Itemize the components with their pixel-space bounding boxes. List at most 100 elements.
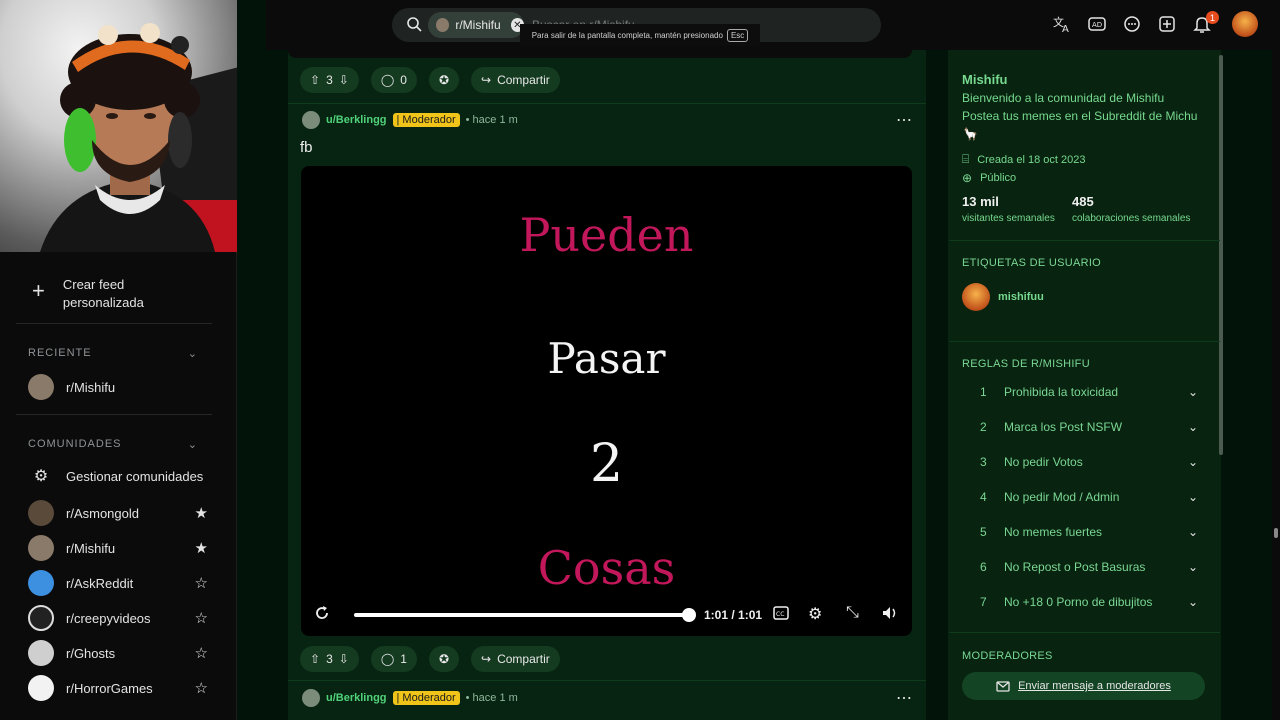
post-author[interactable]: u/Berklingg: [326, 692, 387, 704]
ad-icon[interactable]: AD: [1087, 14, 1109, 36]
post-header: u/Berklingg | Moderador • hace 1 m: [302, 111, 518, 129]
upvote-icon[interactable]: ⇧: [310, 652, 320, 666]
moderators-header: MODERADORES: [962, 650, 1053, 662]
user-flair-header: ETIQUETAS DE USUARIO: [962, 257, 1102, 269]
sidebar-item-askreddit[interactable]: r/AskReddit ☆: [28, 570, 208, 596]
notification-badge: 1: [1206, 11, 1219, 24]
create-feed-button[interactable]: + Crear feed personalizada: [32, 276, 144, 312]
esc-key: Esc: [726, 28, 749, 42]
plus-icon: +: [32, 278, 45, 303]
translate-icon[interactable]: 文A: [1052, 14, 1074, 36]
divider: [288, 103, 926, 104]
video-player[interactable]: Pueden Pasar 2 Cosas 1:01 / 1:01 CC ⚙ ⤡: [301, 166, 912, 636]
sidebar-item-label: r/AskReddit: [66, 575, 134, 591]
user-avatar[interactable]: [302, 111, 320, 129]
star-filled-icon[interactable]: ★: [195, 504, 208, 522]
create-post-icon[interactable]: [1157, 14, 1179, 36]
rule-item[interactable]: 4 No pedir Mod / Admin ⌄: [980, 490, 1198, 504]
manage-communities-link[interactable]: ⚙ Gestionar comunidades: [28, 466, 208, 486]
sidebar-item-ghosts[interactable]: r/Ghosts ☆: [28, 640, 208, 666]
page-scrollbar-thumb[interactable]: [1274, 528, 1278, 538]
user-avatar[interactable]: [1232, 11, 1258, 37]
more-options-icon[interactable]: ⋯: [896, 110, 913, 130]
rule-item[interactable]: 6 No Repost o Post Basuras ⌄: [980, 560, 1198, 574]
create-feed-label-line2: personalizada: [62, 295, 144, 310]
communities-section-header[interactable]: COMUNIDADES ⌄: [28, 438, 198, 451]
svg-text:CC: CC: [776, 611, 784, 618]
chevron-down-icon: ⌄: [1187, 525, 1198, 539]
sidebar-item-label: r/Ghosts: [66, 645, 116, 661]
award-button[interactable]: ✪: [428, 646, 459, 672]
sidebar-item-recent-mishifu[interactable]: r/Mishifu: [28, 374, 208, 400]
video-caption-line-3: 2: [589, 434, 624, 494]
captions-icon[interactable]: CC: [773, 606, 789, 620]
rule-item[interactable]: 2 Marca los Post NSFW ⌄: [980, 420, 1198, 434]
star-outline-icon[interactable]: ☆: [195, 609, 208, 627]
rule-item[interactable]: 7 No +18 0 Porno de dibujitos ⌄: [980, 595, 1198, 609]
post-time: • hace 1 m: [465, 692, 518, 704]
video-caption-line-4: Cosas: [537, 541, 676, 595]
page-scrollbar-track[interactable]: [1272, 50, 1280, 720]
rule-item[interactable]: 1 Prohibida la toxicidad ⌄: [980, 385, 1198, 399]
settings-icon[interactable]: ⚙: [808, 604, 822, 624]
chevron-down-icon: ⌄: [187, 348, 198, 360]
divider: [949, 240, 1220, 241]
replay-icon[interactable]: [313, 604, 331, 622]
star-outline-icon[interactable]: ☆: [195, 574, 208, 592]
comments-button[interactable]: ◯ 0: [370, 67, 417, 93]
rule-item[interactable]: 5 No memes fuertes ⌄: [980, 525, 1198, 539]
chevron-down-icon: ⌄: [187, 439, 198, 451]
video-progress-handle[interactable]: [682, 608, 696, 622]
rules-header: REGLAS DE R/MISHIFU: [962, 358, 1090, 370]
create-feed-label-line1: Crear feed: [62, 277, 125, 292]
sidebar-scrollbar[interactable]: [1219, 55, 1223, 455]
previous-post-bottom: [288, 50, 912, 58]
downvote-icon[interactable]: ⇩: [339, 73, 349, 87]
globe-icon: ⊕: [962, 171, 973, 185]
more-options-icon[interactable]: ⋯: [896, 688, 913, 708]
share-button[interactable]: ↪ Compartir: [471, 646, 560, 672]
search-icon: [406, 16, 422, 32]
weekly-visitors-label: visitantes semanales: [962, 213, 1055, 224]
rule-item[interactable]: 3 No pedir Votos ⌄: [980, 455, 1198, 469]
volume-icon[interactable]: [881, 604, 899, 622]
user-avatar[interactable]: [302, 689, 320, 707]
community-avatar: [28, 605, 54, 631]
award-icon: ✪: [438, 73, 449, 87]
award-button[interactable]: ✪: [428, 67, 459, 93]
sidebar-item-asmongold[interactable]: r/Asmongold ★: [28, 500, 208, 526]
user-flair-item[interactable]: mishifuu: [962, 283, 1044, 311]
star-filled-icon[interactable]: ★: [195, 539, 208, 557]
star-outline-icon[interactable]: ☆: [195, 644, 208, 662]
sidebar-item-mishifu[interactable]: r/Mishifu ★: [28, 535, 208, 561]
weekly-contributions-label: colaboraciones semanales: [1072, 213, 1191, 224]
post-author[interactable]: u/Berklingg: [326, 114, 387, 126]
message-moderators-button[interactable]: Enviar mensaje a moderadores: [962, 672, 1205, 700]
weekly-contributions-value: 485: [1072, 194, 1094, 209]
divider: [16, 414, 212, 415]
video-caption-line-2: Pasar: [547, 334, 666, 383]
sidebar-item-label: r/HorrorGames: [66, 680, 153, 696]
downvote-icon[interactable]: ⇩: [339, 652, 349, 666]
sidebar-item-label: r/creepyvideos: [66, 610, 151, 626]
post-title[interactable]: fb: [300, 139, 313, 156]
video-progress-bar[interactable]: [354, 613, 689, 617]
sidebar-item-creepyvideos[interactable]: r/creepyvideos ☆: [28, 605, 208, 631]
community-avatar: [28, 675, 54, 701]
chevron-down-icon: ⌄: [1187, 595, 1198, 609]
divider: [949, 632, 1220, 633]
fullscreen-icon[interactable]: ⤡: [846, 604, 859, 622]
sidebar-item-label: r/Mishifu: [66, 540, 116, 556]
divider: [949, 341, 1220, 342]
star-outline-icon[interactable]: ☆: [195, 679, 208, 697]
recent-section-header[interactable]: RECIENTE ⌄: [28, 347, 198, 360]
community-description: Postea tus memes en el Subreddit de Mich…: [962, 109, 1198, 123]
chat-icon[interactable]: [1122, 14, 1144, 36]
search-community-chip[interactable]: r/Mishifu ✕: [428, 12, 524, 38]
comments-button[interactable]: ◯ 1: [370, 646, 417, 672]
sidebar-item-horrorgames[interactable]: r/HorrorGames ☆: [28, 675, 208, 701]
post-action-bar: ⇧ 3 ⇩ ◯ 0 ✪ ↪ Compartir: [300, 67, 560, 93]
share-button[interactable]: ↪ Compartir: [471, 67, 560, 93]
chevron-down-icon: ⌄: [1187, 560, 1198, 574]
upvote-icon[interactable]: ⇧: [310, 73, 320, 87]
